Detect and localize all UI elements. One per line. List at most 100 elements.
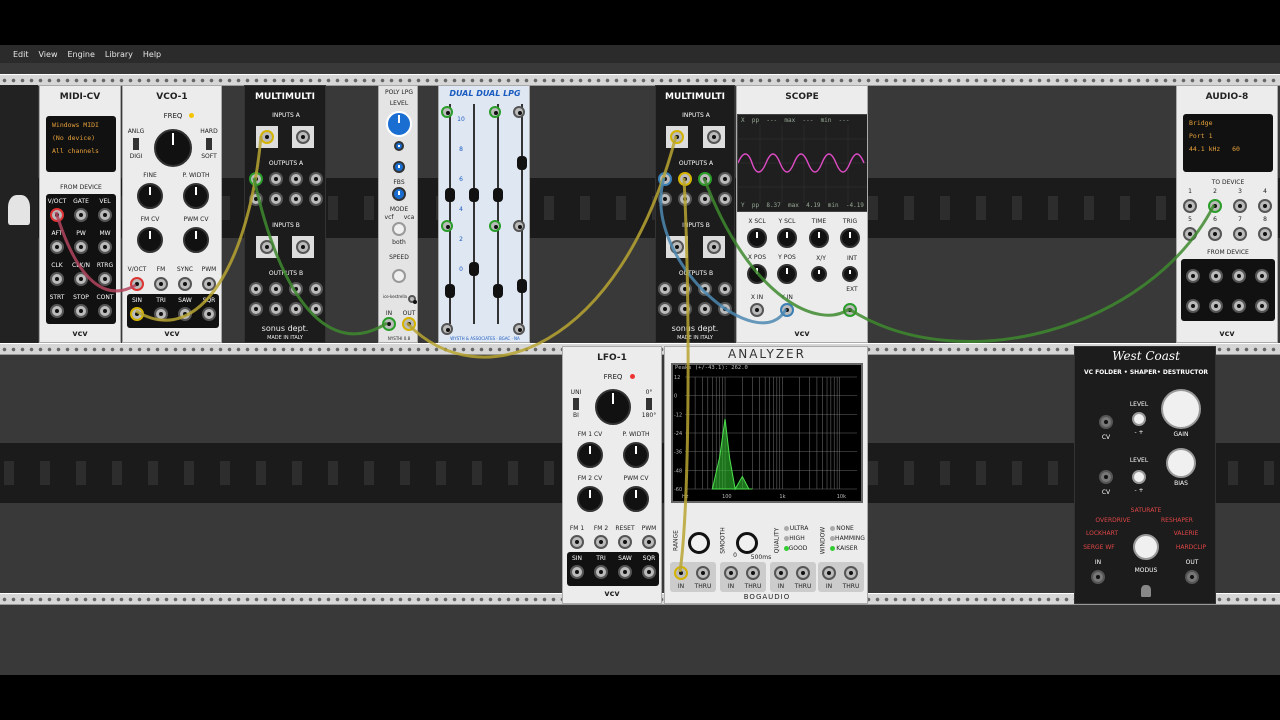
stop-jack[interactable] [74, 304, 88, 318]
in-jack[interactable] [674, 566, 688, 580]
midi-driver[interactable]: Windows MIDI [52, 119, 110, 132]
mode-lockhart[interactable]: LOCKHART [1086, 530, 1118, 537]
slider-handle[interactable] [469, 262, 479, 276]
audio-port[interactable]: Port 1 [1189, 130, 1267, 143]
thru-jack[interactable] [796, 566, 810, 580]
input-b2-jack[interactable] [707, 240, 721, 254]
saw-output-jack[interactable] [618, 565, 632, 579]
from-device-jack[interactable] [1255, 269, 1269, 283]
audio-driver[interactable]: Bridge [1189, 117, 1267, 130]
mode-serge-wf[interactable]: SERGE WF [1083, 544, 1115, 551]
output-jack[interactable] [289, 302, 303, 316]
to-device-jack[interactable] [1208, 227, 1222, 241]
from-device-jack[interactable] [1209, 299, 1223, 313]
tri-output-jack[interactable] [154, 307, 168, 321]
output-jack[interactable] [309, 282, 323, 296]
pwidth-knob[interactable] [183, 183, 209, 209]
lpg-jack[interactable] [513, 220, 525, 232]
voct-input-jack[interactable] [130, 277, 144, 291]
radio-selected-icon[interactable] [830, 546, 835, 551]
tri-output-jack[interactable] [594, 565, 608, 579]
aft-jack[interactable] [50, 240, 64, 254]
trig-knob[interactable] [840, 228, 860, 248]
slider-handle[interactable] [469, 188, 479, 202]
input-a1-jack[interactable] [260, 130, 274, 144]
from-device-jack[interactable] [1232, 299, 1246, 313]
radio-icon[interactable] [830, 526, 835, 531]
midi-device[interactable]: (No device) [52, 132, 110, 145]
menu-help[interactable]: Help [143, 50, 161, 59]
input-b2-jack[interactable] [296, 240, 310, 254]
level-knob-2[interactable] [1132, 470, 1146, 484]
mode-reshaper[interactable]: RESHAPER [1161, 517, 1193, 524]
cv-jack-2[interactable] [1099, 470, 1113, 484]
clk-jack[interactable] [50, 272, 64, 286]
pwmcv-knob[interactable] [623, 486, 649, 512]
in-jack[interactable] [774, 566, 788, 580]
reset-input-jack[interactable] [618, 535, 632, 549]
small-knob[interactable] [394, 141, 404, 151]
trig-jack[interactable] [843, 303, 857, 317]
input-a1-jack[interactable] [670, 130, 684, 144]
output-jack[interactable] [309, 172, 323, 186]
small-knob[interactable] [393, 161, 405, 173]
input-a2-jack[interactable] [296, 130, 310, 144]
lpg-jack[interactable] [513, 323, 525, 335]
scope-display[interactable]: X pp --- max --- min --- Y pp 8.37 max 4… [737, 114, 867, 212]
pwm-input-jack[interactable] [642, 535, 656, 549]
xpos-knob[interactable] [747, 264, 767, 284]
output-jack[interactable] [249, 302, 263, 316]
slider-handle[interactable] [445, 188, 455, 202]
pwmcv-knob[interactable] [183, 227, 209, 253]
lpg-jack[interactable] [489, 220, 501, 232]
lpg-jack[interactable] [441, 323, 453, 335]
time-knob[interactable] [809, 228, 829, 248]
slider-handle[interactable] [517, 156, 527, 170]
slider-handle[interactable] [517, 279, 527, 293]
radio-icon[interactable] [784, 526, 789, 531]
from-device-jack[interactable] [1232, 269, 1246, 283]
output-jack[interactable] [678, 172, 692, 186]
pwm-input-jack[interactable] [202, 277, 216, 291]
yin-jack[interactable] [780, 303, 794, 317]
pw-jack[interactable] [74, 240, 88, 254]
midi-channel[interactable]: All channels [52, 145, 110, 158]
voct-jack[interactable] [50, 208, 64, 222]
lpg-jack[interactable] [441, 220, 453, 232]
output-jack[interactable] [289, 172, 303, 186]
gate-jack[interactable] [74, 208, 88, 222]
menu-edit[interactable]: Edit [13, 50, 29, 59]
freq-knob[interactable] [154, 129, 192, 167]
output-jack[interactable] [658, 172, 672, 186]
out-jack[interactable] [1185, 570, 1199, 584]
fbs-knob[interactable] [392, 187, 406, 201]
spectrum-display[interactable]: Peaks (+/-43.1): 262.0 12 0 -12 -24 -36 -48 -6… [671, 363, 863, 503]
in-jack[interactable] [724, 566, 738, 580]
output-jack[interactable] [678, 192, 692, 206]
output-jack[interactable] [658, 282, 672, 296]
audio-buffer[interactable]: 60 [1232, 145, 1240, 153]
from-device-jack[interactable] [1209, 269, 1223, 283]
polarity-switch[interactable] [573, 398, 579, 410]
output-jack[interactable] [309, 192, 323, 206]
fm2cv-knob[interactable] [577, 486, 603, 512]
output-jack[interactable] [678, 282, 692, 296]
rtrg-jack[interactable] [98, 272, 112, 286]
mode-valerie[interactable]: VALERIE [1174, 530, 1199, 537]
strt-jack[interactable] [50, 304, 64, 318]
mode-switch[interactable] [133, 138, 139, 150]
output-jack[interactable] [718, 192, 732, 206]
mw-jack[interactable] [98, 240, 112, 254]
bias-knob[interactable] [1166, 448, 1196, 478]
modus-knob[interactable] [1133, 534, 1159, 560]
output-jack[interactable] [249, 192, 263, 206]
mode-saturate[interactable]: SATURATE [1131, 507, 1162, 514]
output-jack[interactable] [718, 282, 732, 296]
output-jack[interactable] [698, 192, 712, 206]
output-jack[interactable] [269, 302, 283, 316]
in-jack[interactable] [382, 317, 396, 331]
lpg-jack[interactable] [513, 106, 525, 118]
lpg-jack[interactable] [489, 106, 501, 118]
clkn-jack[interactable] [74, 272, 88, 286]
menu-library[interactable]: Library [105, 50, 133, 59]
